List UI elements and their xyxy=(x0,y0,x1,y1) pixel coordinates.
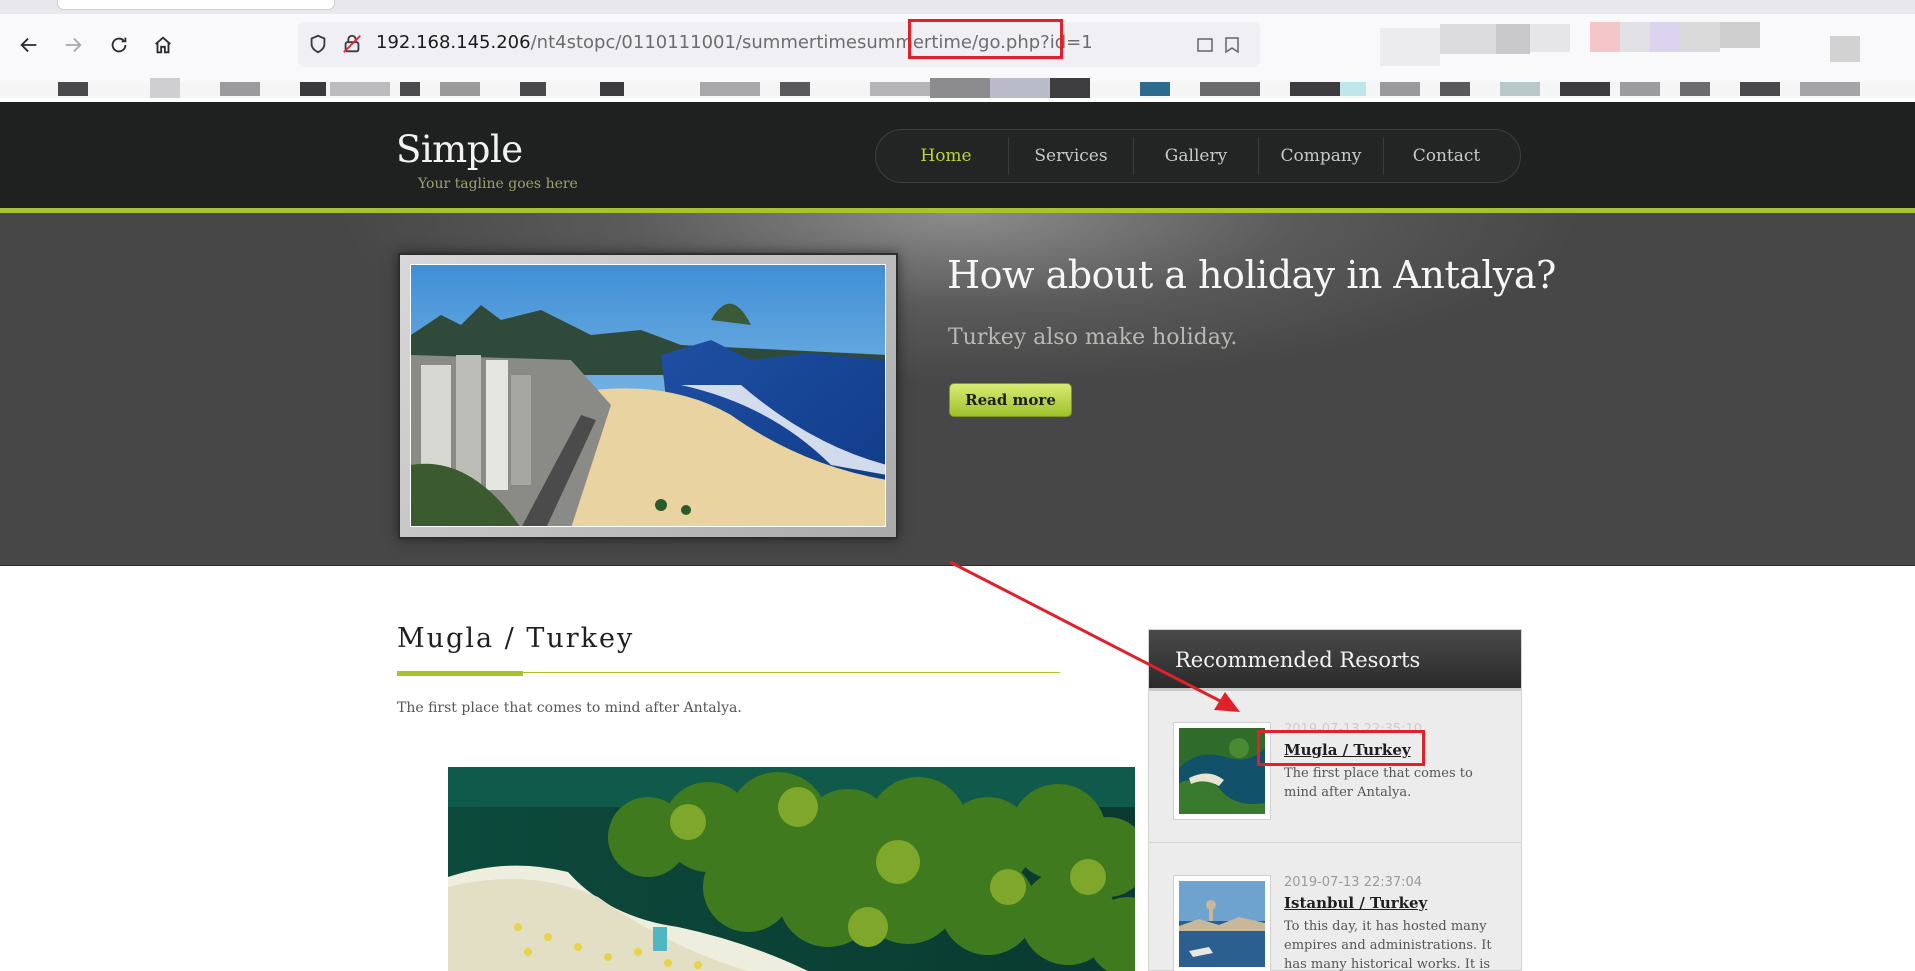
url-host: 192.168.145.206 xyxy=(376,32,531,53)
home-icon xyxy=(155,36,171,54)
back-arrow-icon xyxy=(20,37,37,53)
hero-heading: How about a holiday in Antalya? xyxy=(947,253,1556,297)
tab-strip xyxy=(0,0,1915,14)
link-annotation-box xyxy=(1257,730,1425,766)
reload-button[interactable] xyxy=(104,30,134,60)
redacted-bookmarks-bar xyxy=(0,78,1915,98)
post-title: Mugla / Turkey xyxy=(397,623,635,654)
lagoon-beach-photo xyxy=(448,767,1135,971)
site-tagline: Your tagline goes here xyxy=(418,176,578,192)
nav-gallery[interactable]: Gallery xyxy=(1134,137,1259,175)
forward-arrow-icon xyxy=(65,37,82,53)
hero-subheading: Turkey also make holiday. xyxy=(948,325,1238,350)
site-header: Simple Your tagline goes here Home Servi… xyxy=(0,102,1915,208)
sidebar-divider xyxy=(1149,842,1521,843)
post-excerpt: The first place that comes to mind after… xyxy=(397,700,742,716)
nav-contact[interactable]: Contact xyxy=(1384,137,1509,175)
forward-button[interactable] xyxy=(58,30,88,60)
resort-description: The first place that comes to mind after… xyxy=(1284,766,1473,800)
reload-icon xyxy=(111,37,127,53)
sidebar-title: Recommended Resorts xyxy=(1175,648,1421,672)
hero-image-frame xyxy=(398,253,898,539)
hero-banner: How about a holiday in Antalya? Turkey a… xyxy=(0,213,1915,566)
home-button[interactable] xyxy=(148,30,178,60)
resort-date: 2019-07-13 22:37:04 xyxy=(1284,875,1423,890)
sidebar-header: Recommended Resorts xyxy=(1149,630,1521,691)
beach-city-photo xyxy=(410,264,886,527)
nav-home[interactable]: Home xyxy=(884,137,1009,175)
nav-services[interactable]: Services xyxy=(1009,137,1134,175)
browser-tab[interactable] xyxy=(57,0,335,10)
site-logo[interactable]: Simple xyxy=(396,128,523,171)
insecure-lock-icon[interactable] xyxy=(341,33,363,55)
url-annotation-box xyxy=(908,19,1063,59)
resort-description: To this day, it has hosted many empires … xyxy=(1284,919,1492,971)
back-button[interactable] xyxy=(14,30,44,60)
post-title-accent xyxy=(397,671,523,676)
nav-company[interactable]: Company xyxy=(1259,137,1384,175)
main-nav: Home Services Gallery Company Contact xyxy=(875,129,1521,183)
read-more-button[interactable]: Read more xyxy=(949,383,1072,417)
address-bar[interactable]: 192.168.145.206/nt4stopc/0110111001/summ… xyxy=(298,22,1260,67)
recommended-resorts-sidebar: Recommended Resorts 2019-07-13 22:35:10 … xyxy=(1148,629,1522,971)
page-actions-icon[interactable] xyxy=(1196,34,1246,56)
shield-icon[interactable] xyxy=(307,33,329,55)
resort-thumbnail[interactable] xyxy=(1173,875,1271,971)
resort-link-istanbul[interactable]: Istanbul / Turkey xyxy=(1284,894,1427,912)
